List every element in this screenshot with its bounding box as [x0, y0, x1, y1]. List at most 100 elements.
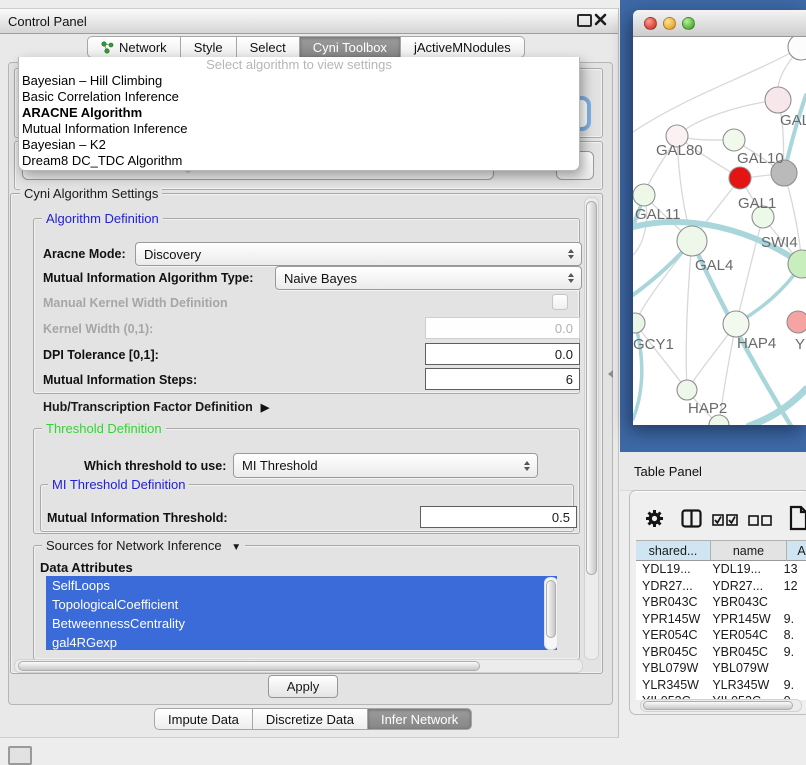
- table-row[interactable]: YBR043CYBR043C: [636, 594, 806, 611]
- settings-hscrollbar-thumb[interactable]: [18, 661, 480, 671]
- table-cell: 9.: [778, 645, 806, 659]
- tab-network[interactable]: Network: [87, 36, 181, 58]
- network-node-y[interactable]: [787, 311, 806, 333]
- settings-vscrollbar[interactable]: [584, 197, 599, 660]
- network-icon: [101, 41, 114, 54]
- network-node-gal4[interactable]: [677, 226, 707, 256]
- document-icon[interactable]: [789, 505, 806, 531]
- table-cell: YLR345W: [636, 678, 706, 692]
- tab-label: Cyni Toolbox: [313, 40, 387, 55]
- checked-boxes-icon[interactable]: [712, 514, 738, 526]
- algorithm-option[interactable]: ARACNE Algorithm: [19, 105, 579, 121]
- network-node-gal10[interactable]: [723, 129, 745, 151]
- kernel-width-label: Kernel Width (0,1):: [43, 322, 153, 336]
- aracne-mode-combobox[interactable]: Discovery: [135, 242, 582, 266]
- gear-icon[interactable]: [645, 509, 664, 528]
- algorithm-definition-title: Algorithm Definition: [42, 211, 163, 226]
- apply-button[interactable]: Apply: [268, 675, 338, 698]
- attributes-vscrollbar[interactable]: [544, 577, 558, 650]
- network-node-gal1[interactable]: [729, 167, 751, 189]
- table-cell: YBR043C: [636, 595, 706, 609]
- split-columns-icon[interactable]: [681, 509, 702, 528]
- table-hscrollbar[interactable]: [640, 699, 802, 712]
- panel-divider-grip[interactable]: [608, 370, 613, 378]
- node-label: GAL: [780, 112, 806, 129]
- mi-algorithm-type-combobox[interactable]: Naive Bayes: [275, 266, 582, 290]
- table-row[interactable]: YDR27...YDR27...12: [636, 578, 806, 595]
- network-node-gal11[interactable]: [633, 184, 655, 206]
- attribute-item[interactable]: gal4RGexp: [46, 633, 557, 650]
- tab-style[interactable]: Style: [180, 36, 237, 58]
- table-cell: YBR045C: [636, 645, 706, 659]
- table-row[interactable]: YBR045CYBR045C9.: [636, 644, 806, 661]
- manual-kernel-width-label: Manual Kernel Width Definition: [43, 296, 228, 310]
- collapse-arrow-icon[interactable]: ▼: [231, 542, 241, 553]
- collapsed-panel-icon[interactable]: [8, 746, 32, 765]
- hub-definition-label: Hub/Transcription Factor Definition: [43, 400, 253, 414]
- manual-kernel-width-checkbox[interactable]: [552, 294, 568, 310]
- unchecked-boxes-icon[interactable]: [748, 515, 772, 526]
- which-threshold-combobox[interactable]: MI Threshold: [233, 453, 538, 478]
- table-row[interactable]: YDL19...YDL19...13: [636, 561, 806, 578]
- kernel-width-field[interactable]: 0.0: [425, 317, 580, 339]
- tab-cyni-toolbox[interactable]: Cyni Toolbox: [299, 36, 401, 58]
- network-node-gcy1[interactable]: [633, 313, 645, 333]
- table-body: YDL19...YDL19...13YDR27...YDR27...12YBR0…: [636, 561, 806, 700]
- spinner-arrows-icon: [524, 461, 530, 471]
- mi-threshold-field[interactable]: 0.5: [420, 506, 577, 528]
- network-edge[interactable]: [686, 241, 692, 390]
- network-view-window[interactable]: GALGAL80GAL10GAL1GAL11SWI4GAL4GCY1HAP4YH…: [633, 10, 806, 425]
- network-node-hap2[interactable]: [677, 380, 697, 400]
- column-header[interactable]: name: [711, 540, 787, 561]
- control-panel-titlebar[interactable]: Control Panel: [0, 8, 618, 34]
- algorithm-dropdown-list: Bayesian – Hill ClimbingBasic Correlatio…: [19, 73, 579, 169]
- algorithm-option[interactable]: Basic Correlation Inference: [19, 89, 579, 105]
- network-canvas[interactable]: GALGAL80GAL10GAL1GAL11SWI4GAL4GCY1HAP4YH…: [633, 37, 806, 425]
- table-hscrollbar-thumb[interactable]: [643, 701, 793, 710]
- table-cell: YDR27...: [636, 579, 706, 593]
- hub-definition-expander[interactable]: Hub/Transcription Factor Definition▶: [43, 400, 269, 414]
- float-window-button[interactable]: [577, 14, 592, 27]
- settings-hscrollbar[interactable]: [14, 659, 583, 673]
- table-row[interactable]: YPR145WYPR145W9.: [636, 611, 806, 628]
- node-label: GAL1: [738, 195, 776, 212]
- attribute-item[interactable]: BetweennessCentrality: [46, 614, 557, 633]
- network-node[interactable]: [788, 37, 806, 60]
- attribute-item[interactable]: SelfLoops: [46, 576, 557, 595]
- node-label: Y: [795, 336, 805, 353]
- close-panel-button[interactable]: [594, 13, 607, 26]
- attribute-item[interactable]: TopologicalCoefficient: [46, 595, 557, 614]
- column-header[interactable]: A: [787, 540, 806, 561]
- aracne-mode-value: Discovery: [144, 247, 201, 262]
- mi-threshold-label: Mutual Information Threshold:: [47, 511, 228, 525]
- algorithm-option[interactable]: Dream8 DC_TDC Algorithm: [19, 153, 579, 169]
- tab-impute-data[interactable]: Impute Data: [154, 708, 253, 730]
- table-row[interactable]: YER054CYER054C8.: [636, 627, 806, 644]
- tab-infer-network[interactable]: Infer Network: [367, 708, 472, 730]
- algorithm-option[interactable]: Bayesian – Hill Climbing: [19, 73, 579, 89]
- zoom-traffic-light[interactable]: [682, 17, 695, 30]
- spinner-arrows-icon: [568, 273, 574, 283]
- table-cell: YDR27...: [706, 579, 777, 593]
- tab-select[interactable]: Select: [236, 36, 300, 58]
- dpi-tolerance-field[interactable]: 0.0: [425, 343, 580, 365]
- tab-jactivemnodules[interactable]: jActiveMNodules: [400, 36, 525, 58]
- attributes-vscrollbar-thumb[interactable]: [546, 580, 556, 638]
- mi-steps-field[interactable]: 6: [425, 368, 580, 390]
- table-row[interactable]: YLR345WYLR345W9.: [636, 677, 806, 694]
- column-header[interactable]: shared...: [636, 540, 711, 561]
- minimize-traffic-light[interactable]: [663, 17, 676, 30]
- algorithm-option[interactable]: Bayesian – K2: [19, 137, 579, 153]
- network-node-gal[interactable]: [765, 87, 791, 113]
- table-cell: YLR345W: [706, 678, 777, 692]
- top-tab-bar: NetworkStyleSelect Cyni Toolbox jActiveMNo…: [88, 36, 525, 58]
- node-label: SWI4: [761, 234, 798, 251]
- network-window-titlebar[interactable]: [633, 10, 806, 37]
- algorithm-option[interactable]: Mutual Information Inference: [19, 121, 579, 137]
- settings-vscrollbar-thumb[interactable]: [586, 201, 597, 575]
- tab-discretize-data[interactable]: Discretize Data: [252, 708, 368, 730]
- network-node-hap4[interactable]: [723, 311, 749, 337]
- table-cell: YPR145W: [636, 612, 706, 626]
- close-traffic-light[interactable]: [644, 17, 657, 30]
- table-row[interactable]: YBL079WYBL079W: [636, 660, 806, 677]
